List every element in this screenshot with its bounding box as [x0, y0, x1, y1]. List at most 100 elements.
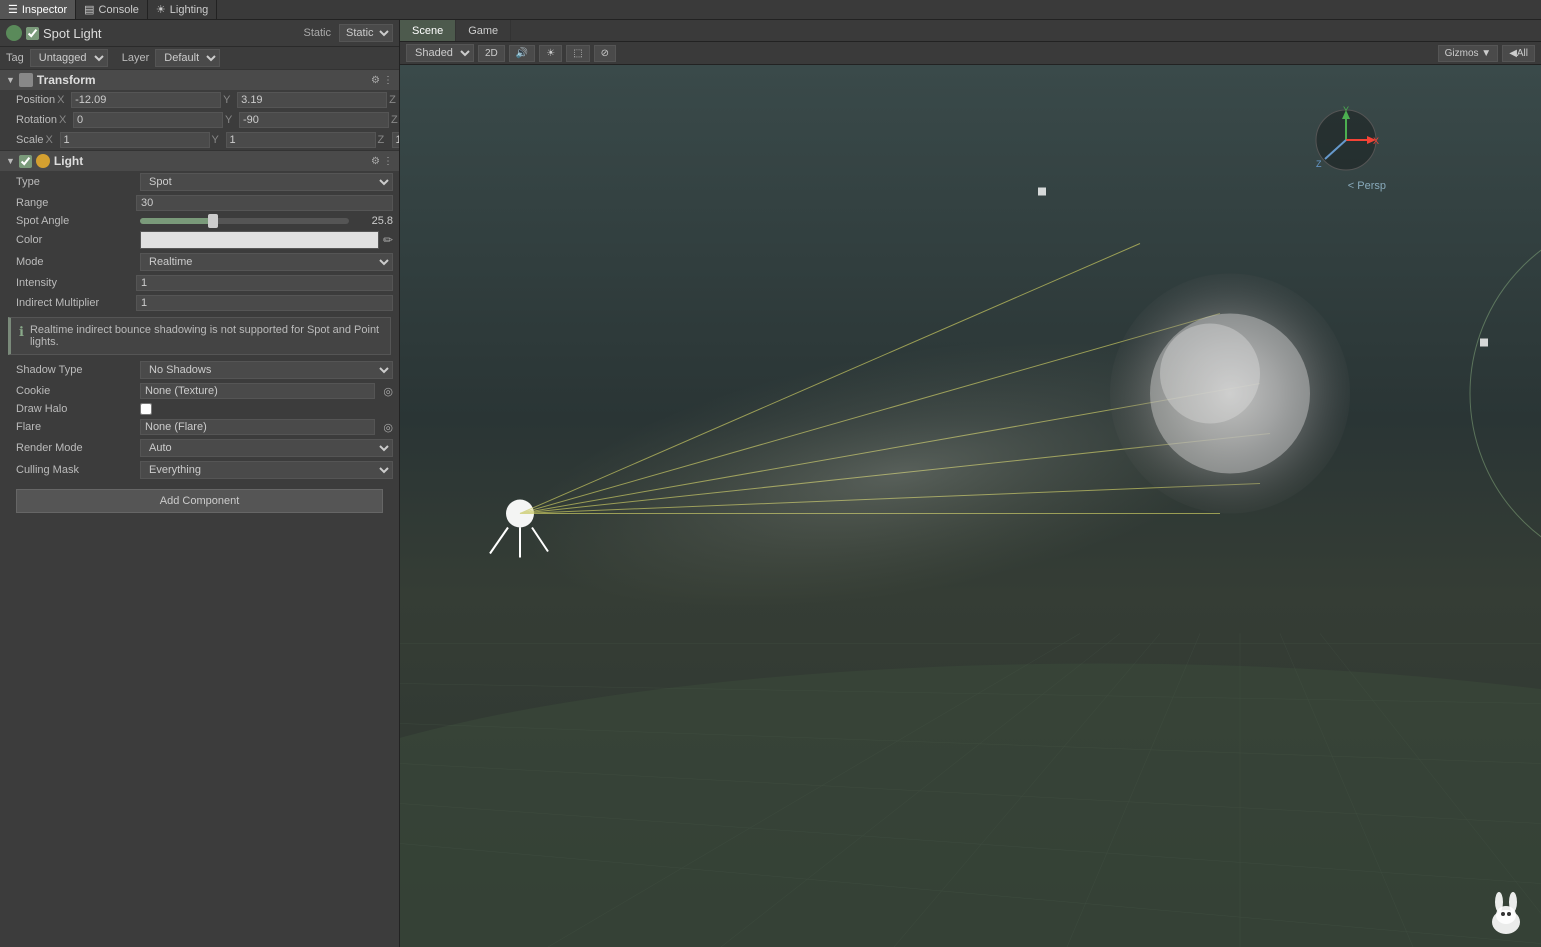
color-eyedropper-icon[interactable]: ✏ — [383, 233, 393, 247]
svg-text:Y: Y — [1343, 105, 1349, 115]
intensity-label: Intensity — [16, 277, 136, 289]
pos-y-label: Y — [223, 94, 235, 106]
fx-button[interactable]: ☀ — [539, 45, 562, 62]
tag-layer-row: Tag Untagged Layer Default — [0, 47, 399, 69]
rotation-x-input[interactable] — [73, 112, 223, 128]
flare-input[interactable] — [140, 419, 375, 435]
gizmo-svg: Y X Z — [1311, 105, 1381, 175]
light-component-icon — [36, 154, 50, 168]
draw-halo-checkbox[interactable] — [140, 403, 152, 415]
transform-collapse-icon: ▼ — [6, 75, 15, 85]
position-y-input[interactable] — [237, 92, 387, 108]
tab-game[interactable]: Game — [456, 20, 511, 41]
add-component-button[interactable]: Add Component — [16, 489, 383, 513]
scene-background: Y X Z < Persp — [400, 65, 1541, 947]
position-row: Position X Y Z — [0, 90, 399, 110]
spot-angle-track[interactable] — [140, 218, 349, 224]
object-icon — [6, 25, 22, 41]
hidden-btn[interactable]: ⊘ — [594, 45, 616, 62]
unity-mascot — [1481, 877, 1531, 937]
pos-x-label: X — [57, 94, 69, 106]
flare-row: Flare ◎ — [0, 417, 399, 437]
scale-z-label: Z — [378, 134, 390, 146]
transform-settings-icon[interactable]: ⚙ — [371, 75, 380, 86]
spot-angle-fill — [140, 218, 213, 224]
mode-select[interactable]: Realtime — [140, 253, 393, 271]
type-row: Type Spot — [0, 171, 399, 193]
tab-inspector[interactable]: ☰ Inspector — [0, 0, 76, 19]
transform-more-icon[interactable]: ⋮ — [383, 75, 393, 86]
all-button[interactable]: ◀All — [1502, 45, 1535, 62]
audio-button[interactable]: 🔊 — [509, 45, 535, 62]
scene-view-btn[interactable]: ⬚ — [566, 45, 589, 62]
tab-inspector-label: Inspector — [22, 4, 67, 16]
cookie-row: Cookie ◎ — [0, 381, 399, 401]
render-mode-row: Render Mode Auto — [0, 437, 399, 459]
transform-title: Transform — [37, 73, 367, 87]
scene-game-tabs: Scene Game — [400, 20, 1541, 42]
persp-label: < Persp — [1348, 180, 1386, 192]
cookie-picker-icon[interactable]: ◎ — [379, 385, 393, 398]
rotation-y-input[interactable] — [239, 112, 389, 128]
object-name[interactable]: Spot Light — [43, 26, 299, 41]
cookie-input[interactable] — [140, 383, 375, 399]
tab-scene[interactable]: Scene — [400, 20, 456, 41]
rot-y-label: Y — [225, 114, 237, 126]
flare-label: Flare — [16, 421, 136, 433]
scene-gizmo[interactable]: Y X Z — [1311, 105, 1381, 175]
position-z-coord: Z — [389, 92, 400, 108]
tab-lighting[interactable]: ☀ Lighting — [148, 0, 217, 19]
rotation-z-coord: Z — [391, 112, 400, 128]
static-dropdown[interactable]: Static — [339, 24, 393, 42]
shadow-type-select[interactable]: No Shadows — [140, 361, 393, 379]
info-box: ℹ Realtime indirect bounce shadowing is … — [8, 317, 391, 355]
scene-canvas: Y X Z < Persp — [400, 65, 1541, 947]
scale-z-coord: Z — [378, 132, 400, 148]
render-mode-select[interactable]: Auto — [140, 439, 393, 457]
light-section-header[interactable]: ▼ Light ⚙ ⋮ — [0, 150, 399, 171]
transform-section-header[interactable]: ▼ Transform ⚙ ⋮ — [0, 69, 399, 90]
scale-x-coord: X — [46, 132, 210, 148]
render-mode-label: Render Mode — [16, 442, 136, 454]
layer-label: Layer — [122, 52, 150, 64]
light-collapse-icon: ▼ — [6, 156, 15, 166]
spot-angle-row: Spot Angle 25.8 — [0, 213, 399, 229]
range-input[interactable] — [136, 195, 393, 211]
type-select[interactable]: Spot — [140, 173, 393, 191]
culling-mask-select[interactable]: Everything — [140, 461, 393, 479]
intensity-input[interactable] — [136, 275, 393, 291]
intensity-row: Intensity — [0, 273, 399, 293]
light-settings-icon[interactable]: ⚙ — [371, 156, 380, 167]
indirect-multiplier-input[interactable] — [136, 295, 393, 311]
flare-picker-icon[interactable]: ◎ — [379, 421, 393, 434]
light-title: Light — [54, 154, 367, 168]
inspector-icon: ☰ — [8, 3, 18, 16]
rot-z-label: Z — [391, 114, 400, 126]
object-enabled-checkbox[interactable] — [26, 27, 39, 40]
light-enabled-checkbox[interactable] — [19, 155, 32, 168]
scene-toolbar: Shaded 2D 🔊 ☀ ⬚ ⊘ Gizmos ▼ ◀All — [400, 42, 1541, 65]
position-x-coord: X — [57, 92, 221, 108]
gizmos-button[interactable]: Gizmos ▼ — [1438, 45, 1499, 62]
scene-tab-label: Scene — [412, 25, 443, 37]
light-more-icon[interactable]: ⋮ — [383, 156, 393, 167]
indirect-multiplier-label: Indirect Multiplier — [16, 297, 136, 309]
rot-x-label: X — [59, 114, 71, 126]
position-x-input[interactable] — [71, 92, 221, 108]
scale-y-input[interactable] — [226, 132, 376, 148]
shading-select[interactable]: Shaded — [406, 44, 474, 62]
2d-button[interactable]: 2D — [478, 45, 505, 62]
color-row: Color ✏ — [0, 229, 399, 251]
tab-console[interactable]: ▤ Console — [76, 0, 148, 19]
color-picker[interactable] — [140, 231, 379, 249]
scale-z-input[interactable] — [392, 132, 400, 148]
spot-angle-thumb[interactable] — [208, 214, 218, 228]
pos-z-label: Z — [389, 94, 400, 106]
static-label: Static — [303, 27, 331, 39]
console-icon: ▤ — [84, 3, 94, 16]
scale-x-input[interactable] — [60, 132, 210, 148]
layer-select[interactable]: Default — [155, 49, 220, 67]
inspector-panel: Spot Light Static Static Tag Untagged La… — [0, 20, 400, 947]
tag-select[interactable]: Untagged — [30, 49, 108, 67]
scale-label: Scale — [16, 134, 44, 146]
